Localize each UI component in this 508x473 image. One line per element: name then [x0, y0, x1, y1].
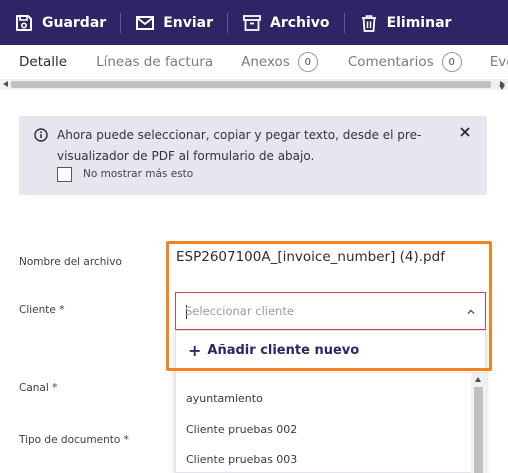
scroll-up-arrow-icon[interactable] [475, 377, 481, 382]
document-type-label: Tipo de documento * [19, 434, 129, 446]
horizontal-scrollbar[interactable] [0, 79, 508, 90]
tab-label: Comentarios [347, 54, 434, 70]
send-label: Enviar [163, 14, 213, 31]
scroll-down-arrow-icon[interactable] [499, 85, 505, 90]
save-button[interactable]: Guardar [14, 0, 106, 45]
client-placeholder: Seleccionar cliente [185, 304, 294, 318]
toolbar: Guardar Enviar Archivo Eliminar [0, 0, 508, 45]
tab-label: Líneas de factura [96, 54, 214, 70]
trash-icon [361, 14, 376, 32]
toolbar-divider [227, 12, 228, 33]
tab-bar: Detalle Líneas de factura Anexos 0 Comen… [0, 45, 508, 79]
tab-anexos[interactable]: Anexos 0 [241, 45, 318, 79]
dont-show-again-label: No mostrar más esto [83, 168, 194, 180]
client-select[interactable]: Seleccionar cliente [175, 292, 486, 330]
save-label: Guardar [42, 14, 107, 31]
info-banner: Ahora puede seleccionar, copiar y pegar … [19, 116, 487, 195]
archive-box-icon [243, 14, 261, 31]
chevron-up-icon[interactable] [466, 307, 476, 317]
file-name-label: Nombre del archivo [19, 256, 122, 268]
add-new-client-label: Añadir cliente nuevo [207, 342, 360, 358]
dont-show-again-checkbox[interactable] [57, 167, 72, 182]
toolbar-divider [120, 12, 122, 33]
close-icon[interactable] [459, 126, 471, 138]
add-new-client-option[interactable]: + Añadir cliente nuevo [176, 331, 487, 369]
archive-label: Archivo [270, 14, 330, 31]
client-option[interactable]: ayuntamiento [186, 392, 263, 405]
send-button[interactable]: Enviar [135, 0, 213, 45]
client-options-list: ayuntamiento Cliente pruebas 002 Cliente… [176, 372, 487, 473]
client-dropdown: + Añadir cliente nuevo ayuntamiento Clie… [175, 330, 487, 473]
tab-label: Eventos [489, 54, 508, 70]
archive-button[interactable]: Archivo [242, 0, 330, 45]
tab-lineas-de-factura[interactable]: Líneas de factura [96, 45, 213, 79]
file-name-value: ESP2607100A_[invoice_number] (4).pdf [176, 249, 445, 265]
count-badge: 0 [441, 52, 462, 72]
tab-eventos[interactable]: Eventos [490, 45, 508, 79]
client-label: Cliente * [19, 304, 65, 316]
plus-icon: + [188, 340, 202, 360]
client-option[interactable]: Cliente pruebas 002 [186, 423, 297, 436]
floppy-disk-icon [16, 14, 32, 31]
dropdown-scrollbar[interactable] [471, 373, 486, 473]
scroll-left-arrow-icon[interactable] [3, 81, 8, 87]
banner-message: Ahora puede seleccionar, copiar y pegar … [57, 128, 422, 163]
client-option[interactable]: Cliente pruebas 003 [186, 453, 297, 466]
tab-detalle[interactable]: Detalle [19, 45, 67, 79]
tab-comentarios[interactable]: Comentarios 0 [348, 45, 462, 79]
scrollbar-thumb[interactable] [11, 81, 491, 88]
info-icon [34, 128, 48, 142]
count-badge: 0 [297, 52, 318, 72]
channel-label: Canal * [19, 382, 58, 394]
scrollbar-thumb[interactable] [474, 387, 483, 473]
envelope-icon [136, 15, 155, 30]
delete-label: Eliminar [386, 14, 452, 31]
delete-button[interactable]: Eliminar [359, 0, 452, 45]
tab-label: Anexos [241, 54, 290, 70]
tab-label: Detalle [19, 54, 68, 70]
toolbar-divider [343, 12, 345, 33]
